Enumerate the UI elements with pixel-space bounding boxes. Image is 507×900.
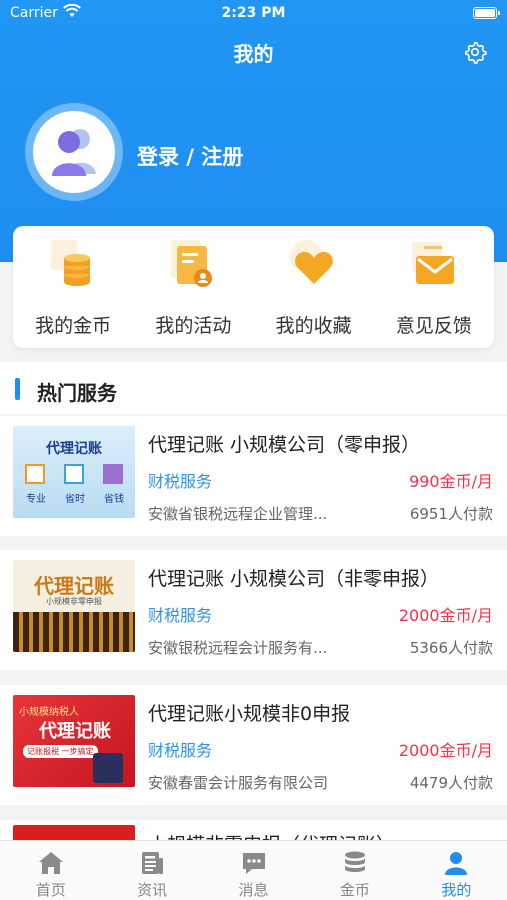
service-price: 2000金币/月 <box>398 606 493 625</box>
battery-icon <box>473 7 500 19</box>
thumb-subtitle: 代理记账 <box>39 721 111 742</box>
tab-home[interactable]: 首页 <box>0 841 101 900</box>
chat-icon <box>242 853 265 874</box>
quick-actions-card: 我的金币 我的活动 我的收藏 意见反馈 <box>13 226 494 348</box>
thumb-subtitle: 小规模非零申报 <box>46 597 102 606</box>
service-name: 代理记账 小规模公司（零申报） <box>148 434 421 456</box>
coins-icon <box>51 240 91 286</box>
quick-item-activity[interactable]: 我的活动 <box>133 226 253 348</box>
heart-icon <box>289 240 333 284</box>
quick-label: 意见反馈 <box>395 315 472 337</box>
tab-messages[interactable]: 消息 <box>203 841 304 900</box>
quick-label: 我的活动 <box>155 315 232 337</box>
mail-icon <box>411 242 454 284</box>
quick-item-feedback[interactable]: 意见反馈 <box>374 226 494 348</box>
service-thumbnail <box>13 825 135 840</box>
tab-label: 消息 <box>238 881 269 899</box>
page-title: 我的 <box>233 42 274 66</box>
quick-label: 我的收藏 <box>275 315 352 337</box>
login-register-link[interactable]: 登录 / 注册 <box>137 141 243 171</box>
service-paid-count: 5366人付款 <box>409 639 493 657</box>
service-category: 财税服务 <box>148 606 213 625</box>
service-price: 990金币/月 <box>409 472 493 491</box>
thumb-title: 代理记账 <box>34 574 114 598</box>
quick-item-favorites[interactable]: 我的收藏 <box>254 226 374 348</box>
section-marker <box>15 378 20 400</box>
service-company: 安徽银税远程会计服务有... <box>148 639 328 657</box>
thumb-title: 代理记账 <box>46 441 102 457</box>
thumb-tagline: 记账报税 一步搞定 <box>23 745 98 758</box>
home-icon <box>38 852 63 874</box>
hot-services-header: 热门服务 <box>0 362 507 414</box>
service-name: 代理记账小规模非0申报 <box>148 703 351 725</box>
activity-icon <box>171 240 213 287</box>
status-time: 2:23 PM <box>221 5 286 21</box>
service-thumbnail: 代理记账 专业 省时 省钱 <box>13 426 135 518</box>
service-category: 财税服务 <box>148 472 213 491</box>
service-category: 财税服务 <box>148 741 213 760</box>
status-bar: Carrier 2:23 PM <box>0 0 507 28</box>
thumb-tag: 省钱 <box>104 494 124 505</box>
service-price: 2000金币/月 <box>398 741 493 760</box>
service-card[interactable]: 小规模非零申报（代理记账） <box>0 820 507 840</box>
service-name: 代理记账 小规模公司（非零申报） <box>148 568 440 590</box>
section-title: 热门服务 <box>37 381 117 405</box>
tab-coins[interactable]: 金币 <box>304 841 405 900</box>
tab-bar: 首页 资讯 消息 金币 我的 <box>0 840 507 900</box>
service-company: 安徽春雷会计服务有限公司 <box>148 774 329 792</box>
service-thumbnail: 代理记账 小规模非零申报 <box>13 560 135 652</box>
coin-stack-icon <box>344 851 365 872</box>
quick-label: 我的金币 <box>35 315 112 337</box>
service-company: 安徽省银税远程企业管理... <box>148 505 328 523</box>
tab-label: 金币 <box>339 881 370 899</box>
service-name: 小规模非零申报（代理记账） <box>148 830 395 840</box>
quick-item-coins[interactable]: 我的金币 <box>13 226 133 348</box>
avatar[interactable] <box>25 103 123 201</box>
gear-icon[interactable] <box>463 40 487 64</box>
profile-header: Carrier 2:23 PM 我的 登录 / 注册 <box>0 0 507 262</box>
service-card[interactable]: 代理记账 小规模非零申报 代理记账 小规模公司（非零申报） 财税服务 2000金… <box>0 550 507 670</box>
service-paid-count: 4479人付款 <box>409 774 493 792</box>
tab-label: 我的 <box>441 881 472 899</box>
service-card[interactable]: 小规模纳税人 代理记账 记账报税 一步搞定 代理记账小规模非0申报 财税服务 2… <box>0 685 507 805</box>
user-icon <box>445 852 468 875</box>
service-thumbnail: 小规模纳税人 代理记账 记账报税 一步搞定 <box>13 695 135 787</box>
thumb-title: 小规模纳税人 <box>19 707 79 718</box>
tab-profile[interactable]: 我的 <box>406 841 507 900</box>
service-card[interactable]: 代理记账 专业 省时 省钱 代理记账 小规模公司（零申报） 财税服务 990金币… <box>0 416 507 536</box>
tab-news[interactable]: 资讯 <box>101 841 202 900</box>
thumb-tag: 专业 <box>26 494 46 505</box>
tab-label: 资讯 <box>137 881 168 899</box>
news-icon <box>142 852 164 874</box>
tab-label: 首页 <box>35 881 66 899</box>
service-paid-count: 6951人付款 <box>409 505 493 523</box>
thumb-tag: 省时 <box>65 494 85 505</box>
users-icon <box>52 129 96 176</box>
